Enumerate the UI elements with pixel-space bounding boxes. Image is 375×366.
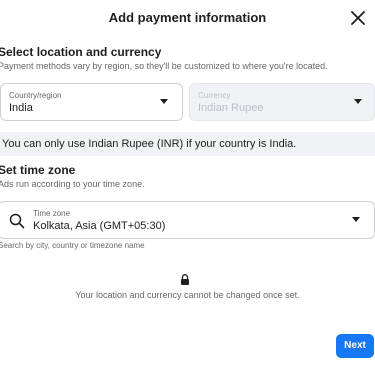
- timezone-hint: Search by city, country or timezone name: [0, 241, 145, 250]
- location-section-title: Select location and currency: [0, 45, 162, 59]
- timezone-section-subtitle: Ads run according to your time zone.: [0, 179, 145, 189]
- close-icon: [351, 11, 365, 25]
- search-icon: [9, 213, 25, 229]
- location-section-subtitle: Payment methods vary by region, so they'…: [0, 61, 328, 71]
- lock-icon: [181, 274, 189, 285]
- chevron-down-icon: [354, 99, 362, 104]
- timezone-value: Kolkata, Asia (GMT+05:30): [33, 220, 166, 232]
- modal-title: Add payment information: [108, 10, 267, 25]
- notice-text: You can only use Indian Rupee (INR) if y…: [2, 138, 297, 150]
- currency-notice: You can only use Indian Rupee (INR) if y…: [0, 132, 375, 156]
- currency-value: Indian Rupee: [198, 102, 264, 114]
- timezone-section-title: Set time zone: [0, 163, 76, 177]
- country-value: India: [9, 102, 33, 114]
- country-label: Country/region: [9, 91, 62, 100]
- next-button[interactable]: Next: [336, 334, 374, 358]
- chevron-down-icon: [160, 99, 168, 104]
- close-button[interactable]: [351, 11, 369, 29]
- currency-select: Currency Indian Rupee: [189, 83, 375, 121]
- timezone-label: Time zone: [33, 209, 71, 218]
- timezone-select[interactable]: Time zone Kolkata, Asia (GMT+05:30): [0, 201, 375, 239]
- currency-label: Currency: [198, 91, 231, 100]
- lock-note: Your location and currency cannot be cha…: [75, 290, 300, 300]
- chevron-down-icon: [352, 217, 360, 222]
- country-select[interactable]: Country/region India: [0, 83, 183, 121]
